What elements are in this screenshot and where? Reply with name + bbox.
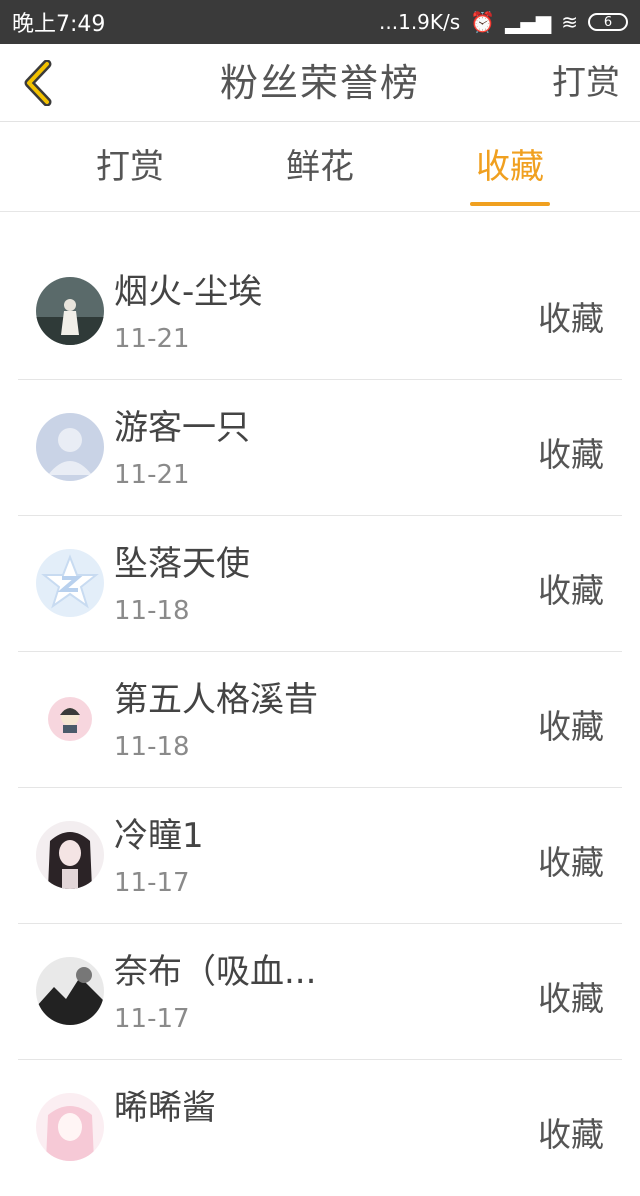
- list-item[interactable]: 烟火-尘埃 11-21 收藏: [18, 244, 622, 380]
- fan-name: 冷瞳1: [114, 816, 204, 856]
- status-bar: 晚上7:49 ...1.9K/s ⏰ ▂▄▆ ≋ 6: [0, 0, 640, 44]
- tab-label: 鲜花: [286, 147, 354, 187]
- fan-action: 收藏: [538, 843, 604, 882]
- fan-name: 奈布（吸血...: [114, 952, 317, 992]
- fan-action: 收藏: [538, 299, 604, 338]
- fan-name: 第五人格溪昔: [114, 680, 318, 720]
- battery-icon: 6: [588, 13, 628, 31]
- status-icons: ...1.9K/s ⏰ ▂▄▆ ≋ 6: [379, 10, 628, 34]
- reward-button[interactable]: 打赏: [552, 44, 620, 122]
- page-title: 粉丝荣誉榜: [219, 61, 420, 105]
- list-item[interactable]: 第五人格溪昔 11-18 收藏: [18, 652, 622, 788]
- list-item[interactable]: 奈布（吸血... 11-17 收藏: [18, 924, 622, 1060]
- avatar[interactable]: [36, 685, 104, 753]
- alarm-icon: ⏰: [470, 10, 496, 34]
- list-item[interactable]: 坠落天使 11-18 收藏: [18, 516, 622, 652]
- list-item[interactable]: 晞晞酱 收藏: [18, 1060, 622, 1196]
- fan-action: 收藏: [538, 707, 604, 746]
- signal-icon: ▂▄▆: [505, 10, 552, 34]
- tab-label: 打赏: [96, 147, 164, 187]
- list-item[interactable]: 冷瞳1 11-17 收藏: [18, 788, 622, 924]
- battery-level: 6: [603, 14, 613, 30]
- fan-name: 游客一只: [114, 408, 250, 448]
- fan-action: 收藏: [538, 571, 604, 610]
- status-time: 晚上7:49: [12, 12, 106, 37]
- tab-flowers[interactable]: 鲜花: [260, 122, 380, 212]
- tab-reward[interactable]: 打赏: [70, 122, 190, 212]
- avatar[interactable]: [36, 277, 104, 345]
- fan-name: 烟火-尘埃: [114, 272, 263, 312]
- avatar[interactable]: [36, 821, 104, 889]
- nav-bar: 粉丝荣誉榜 打赏: [0, 44, 640, 122]
- avatar[interactable]: [36, 413, 104, 481]
- tab-favorites[interactable]: 收藏: [450, 122, 570, 212]
- fan-date: 11-18: [114, 732, 190, 762]
- fan-action: 收藏: [538, 1115, 604, 1154]
- fan-name: 晞晞酱: [114, 1088, 216, 1128]
- avatar[interactable]: [36, 549, 104, 617]
- fan-date: 11-18: [114, 596, 190, 626]
- fan-date: 11-21: [114, 324, 190, 354]
- active-tab-indicator: [470, 202, 550, 206]
- fan-date: 11-17: [114, 868, 190, 898]
- tab-bar: 打赏 鲜花 收藏: [0, 122, 640, 212]
- fan-date: 11-21: [114, 460, 190, 490]
- network-speed: ...1.9K/s: [379, 10, 461, 34]
- fan-action: 收藏: [538, 979, 604, 1018]
- avatar[interactable]: [36, 957, 104, 1025]
- fan-date: 11-17: [114, 1004, 190, 1034]
- avatar[interactable]: [36, 1093, 104, 1161]
- tab-label: 收藏: [476, 147, 544, 187]
- list-item[interactable]: 游客一只 11-21 收藏: [18, 380, 622, 516]
- fan-name: 坠落天使: [114, 544, 250, 584]
- wifi-icon: ≋: [561, 10, 578, 34]
- fan-action: 收藏: [538, 435, 604, 474]
- fan-list: 烟火-尘埃 11-21 收藏 游客一只 11-21 收藏 坠落天使 11-18 …: [18, 244, 622, 1196]
